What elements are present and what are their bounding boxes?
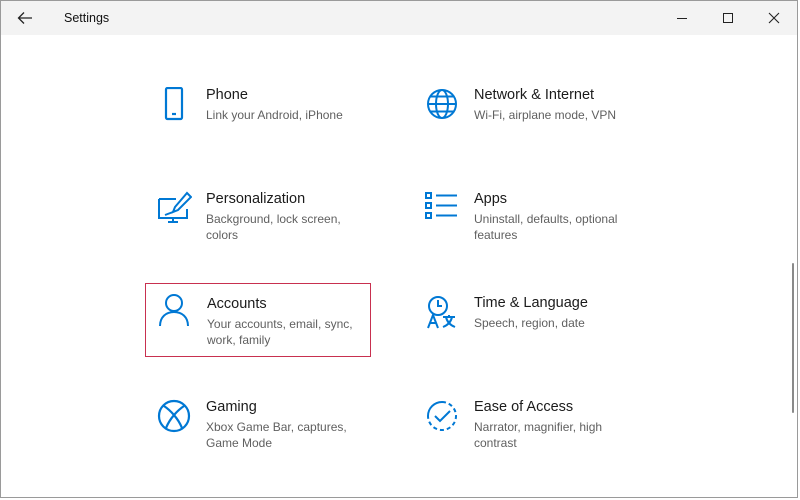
tile-description: Speech, region, date <box>474 316 585 330</box>
tile-ease-of-access[interactable]: Ease of Access Narrator, magnifier, high… <box>414 399 640 473</box>
tile-time-language[interactable]: Time & Language Speech, region, date <box>414 295 640 369</box>
tile-title: Personalization <box>206 191 306 207</box>
tile-description: Background, lock screen, colors <box>206 212 341 242</box>
vertical-scrollbar[interactable] <box>792 263 794 413</box>
apps-list-icon <box>424 191 460 227</box>
back-button[interactable] <box>1 1 49 35</box>
tile-gaming[interactable]: Gaming Xbox Game Bar, captures, Game Mod… <box>146 399 372 473</box>
maximize-button[interactable] <box>705 1 751 35</box>
tile-title: Accounts <box>207 296 267 312</box>
tile-title: Gaming <box>206 399 257 415</box>
tile-title: Time & Language <box>474 295 588 311</box>
personalization-icon <box>156 191 192 227</box>
tile-apps[interactable]: Apps Uninstall, defaults, optional featu… <box>414 191 640 265</box>
settings-content: Phone Link your Android, iPhone Network … <box>1 35 797 497</box>
window-title: Settings <box>64 11 110 25</box>
globe-icon <box>424 87 460 123</box>
close-icon <box>768 12 780 24</box>
tile-description: Narrator, magnifier, high contrast <box>474 420 603 450</box>
tile-description: Xbox Game Bar, captures, Game Mode <box>206 420 347 450</box>
tile-phone[interactable]: Phone Link your Android, iPhone <box>146 87 372 161</box>
tile-description: Your accounts, email, sync, work, family <box>207 317 353 347</box>
back-arrow-icon <box>17 12 32 24</box>
tile-accounts[interactable]: Accounts Your accounts, email, sync, wor… <box>145 283 371 357</box>
minimize-icon <box>677 18 687 19</box>
maximize-icon <box>723 13 733 23</box>
time-language-icon <box>424 295 460 331</box>
tile-title: Ease of Access <box>474 399 574 415</box>
tile-network-internet[interactable]: Network & Internet Wi-Fi, airplane mode,… <box>414 87 640 161</box>
tile-title: Phone <box>206 87 248 103</box>
tile-description: Uninstall, defaults, optional features <box>474 212 618 242</box>
xbox-icon <box>156 399 192 435</box>
tile-title: Apps <box>474 191 508 207</box>
phone-icon <box>156 87 192 123</box>
settings-window: Settings Phone Link your Android, iPhone… <box>0 0 798 498</box>
tile-personalization[interactable]: Personalization Background, lock screen,… <box>146 191 372 265</box>
close-button[interactable] <box>751 1 797 35</box>
minimize-button[interactable] <box>659 1 705 35</box>
tile-description: Link your Android, iPhone <box>206 108 343 122</box>
ease-of-access-icon <box>424 399 460 435</box>
tile-title: Network & Internet <box>474 87 595 103</box>
title-bar: Settings <box>1 1 797 35</box>
tile-description: Wi-Fi, airplane mode, VPN <box>474 108 617 122</box>
person-icon <box>156 292 192 328</box>
